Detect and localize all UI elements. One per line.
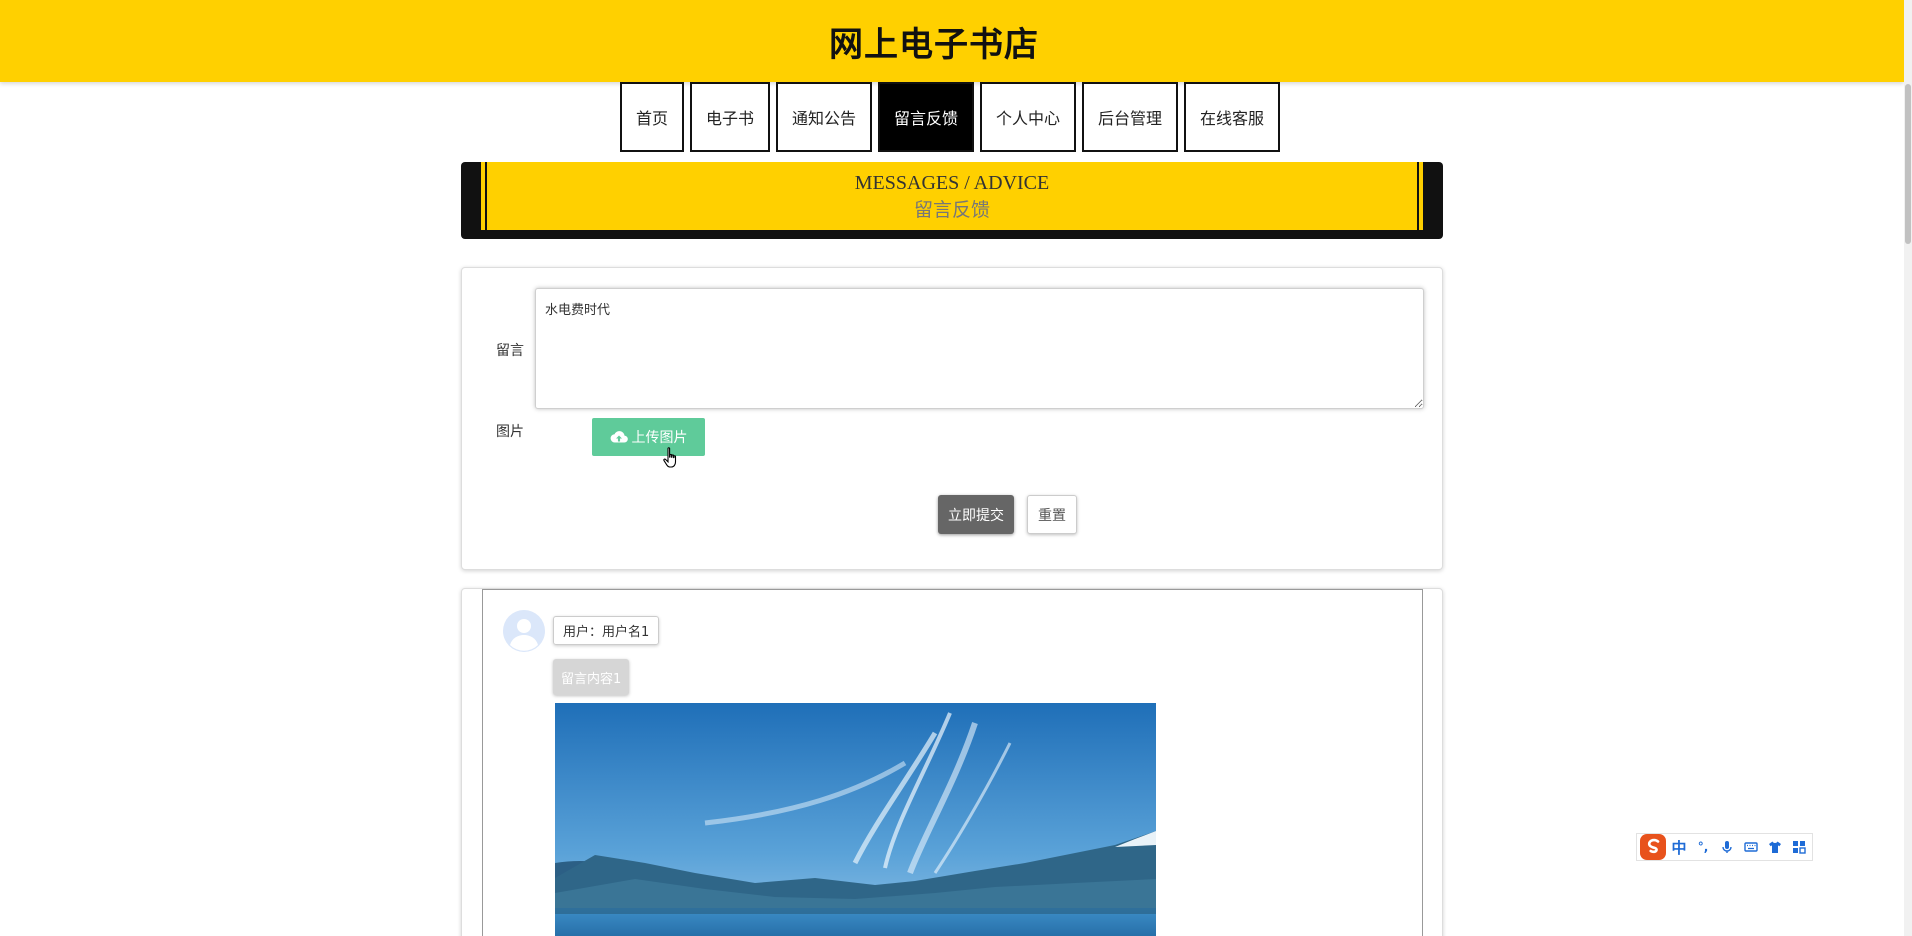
- section-title-en: MESSAGES / ADVICE: [854, 172, 1050, 194]
- message-user: 用户：用户名1: [553, 616, 660, 645]
- user-avatar-icon: [503, 610, 545, 652]
- ime-chinese-mode[interactable]: 中: [1667, 835, 1691, 859]
- nav-ebooks[interactable]: 电子书: [690, 82, 770, 152]
- ime-punctuation[interactable]: °,: [1691, 835, 1715, 859]
- message-list: 用户：用户名1 留言内容1: [461, 588, 1443, 936]
- cloud-upload-icon: [610, 431, 628, 443]
- image-label: 图片: [496, 424, 524, 440]
- site-header: 网上电子书店: [0, 0, 1904, 82]
- page-scrollbar[interactable]: [1904, 0, 1912, 936]
- reset-button[interactable]: 重置: [1027, 495, 1077, 534]
- message-image: [555, 703, 1156, 936]
- message-textarea[interactable]: [535, 288, 1424, 409]
- section-title-cn: 留言反馈: [913, 199, 990, 221]
- nav-online-service[interactable]: 在线客服: [1184, 82, 1280, 152]
- hand-pointer-icon: [663, 447, 677, 468]
- upload-image-label: 上传图片: [631, 430, 688, 446]
- section-banner: MESSAGES / ADVICE 留言反馈: [461, 162, 1443, 239]
- nav-feedback[interactable]: 留言反馈: [878, 82, 974, 152]
- message-form: 留言 图片 上传图片 立即提交 重置: [461, 267, 1443, 570]
- scrollbar-thumb[interactable]: [1905, 84, 1911, 244]
- page: 网上电子书店 首页 电子书 通知公告 留言反馈 个人中心 后台管理 在线客服 M…: [0, 0, 1912, 936]
- skin-shirt-icon[interactable]: [1763, 835, 1787, 859]
- main-nav: 首页 电子书 通知公告 留言反馈 个人中心 后台管理 在线客服: [620, 82, 1280, 152]
- nav-home[interactable]: 首页: [620, 82, 684, 152]
- toolbox-grid-icon[interactable]: [1787, 835, 1811, 859]
- section-banner-inner: MESSAGES / ADVICE 留言反馈: [475, 162, 1429, 234]
- nav-admin[interactable]: 后台管理: [1082, 82, 1178, 152]
- nav-notices[interactable]: 通知公告: [776, 82, 872, 152]
- message-item: 用户：用户名1 留言内容1: [482, 589, 1423, 936]
- keyboard-icon[interactable]: [1739, 835, 1763, 859]
- nav-personal-center[interactable]: 个人中心: [980, 82, 1076, 152]
- message-label: 留言: [496, 343, 524, 359]
- avatar: [503, 610, 545, 652]
- submit-button[interactable]: 立即提交: [938, 495, 1014, 534]
- message-content: 留言内容1: [553, 659, 630, 695]
- microphone-icon[interactable]: [1715, 835, 1739, 859]
- sogou-logo-icon[interactable]: [1639, 833, 1667, 861]
- site-title: 网上电子书店: [829, 24, 1039, 65]
- upload-image-button[interactable]: 上传图片: [592, 418, 705, 456]
- ime-toolbar: 中 °,: [1636, 833, 1813, 861]
